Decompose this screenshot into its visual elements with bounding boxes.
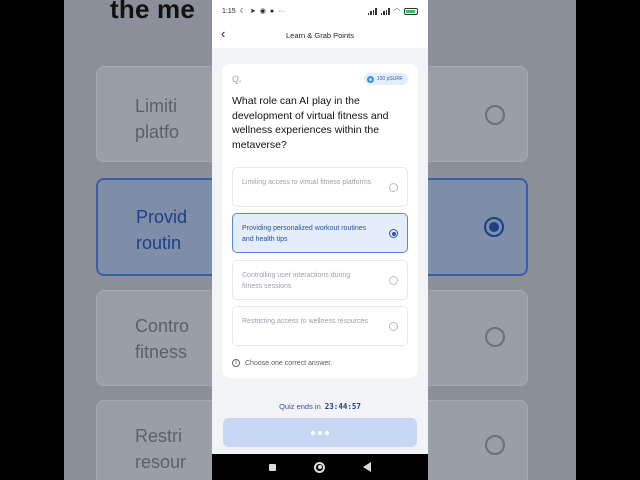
- option-label: Providing personalized workout routines …: [242, 225, 367, 243]
- answer-option-4[interactable]: Restricting access to wellness resources: [232, 306, 408, 346]
- background-radio: [485, 327, 505, 347]
- battery-icon: [404, 7, 418, 15]
- option-label: Limiting access to virtual fitness platf…: [242, 179, 372, 186]
- radio-button-selected[interactable]: [389, 229, 398, 238]
- more-notifications-icon: ···: [278, 7, 286, 15]
- background-radio: [485, 105, 505, 125]
- hint-row: i Choose one correct answer.: [232, 359, 332, 367]
- question-label: Q.: [232, 74, 242, 84]
- answer-option-2[interactable]: Providing personalized workout routines …: [232, 213, 408, 253]
- option-label: Controlling user interactions during fit…: [242, 272, 351, 290]
- loading-dot-icon: [325, 430, 329, 435]
- timer-value: 23:44:57: [324, 402, 361, 411]
- app-bar: ‹ Learn & Grab Points: [212, 22, 428, 48]
- wifi-icon: ◠: [393, 8, 400, 15]
- loading-dot-icon: [311, 430, 315, 435]
- submit-button-loading[interactable]: [223, 418, 417, 447]
- status-bar: 1:15 ☾ ➤ ◉ ● ··· ◠: [212, 0, 428, 22]
- signal-icon: [367, 7, 377, 15]
- background-radio-selected: [484, 217, 504, 237]
- answer-option-3[interactable]: Controlling user interactions during fit…: [232, 260, 408, 300]
- system-nav-bar: [212, 454, 428, 480]
- answer-option-1[interactable]: Limiting access to virtual fitness platf…: [232, 167, 408, 207]
- hint-text: Choose one correct answer.: [245, 359, 333, 367]
- moon-icon: ☾: [239, 8, 246, 15]
- timer-label: Quiz ends in: [279, 402, 321, 411]
- phone-screen: 1:15 ☾ ➤ ◉ ● ··· ◠ ‹ Learn & Grab Points…: [212, 0, 428, 480]
- page-title: Learn & Grab Points: [286, 30, 354, 40]
- background-radio: [485, 435, 505, 455]
- info-icon: i: [232, 359, 240, 367]
- vpn-icon: ◉: [259, 8, 266, 15]
- reward-amount: 100 pSURF: [376, 76, 403, 82]
- chat-icon: ●: [269, 7, 275, 15]
- radio-button[interactable]: [389, 183, 398, 192]
- reward-badge: 100 pSURF: [363, 73, 408, 85]
- home-icon[interactable]: [314, 461, 325, 473]
- recents-icon[interactable]: [269, 463, 276, 471]
- quiz-card: Q. 100 pSURF What role can AI play in th…: [222, 64, 418, 378]
- telegram-icon: ➤: [249, 8, 256, 15]
- radio-button[interactable]: [389, 322, 398, 331]
- radio-button[interactable]: [389, 276, 398, 285]
- signal-icon-2: [380, 7, 390, 15]
- coin-icon: [366, 75, 374, 83]
- back-icon[interactable]: [363, 462, 371, 472]
- back-arrow-icon[interactable]: ‹: [221, 27, 225, 41]
- background-question-fragment: the me: [110, 0, 196, 24]
- status-time: 1:15: [222, 7, 236, 15]
- quiz-timer: Quiz ends in 23:44:57: [212, 402, 428, 411]
- option-label: Restricting access to wellness resources: [242, 318, 369, 325]
- loading-dot-icon: [318, 430, 322, 435]
- question-text: What role can AI play in the development…: [232, 95, 389, 151]
